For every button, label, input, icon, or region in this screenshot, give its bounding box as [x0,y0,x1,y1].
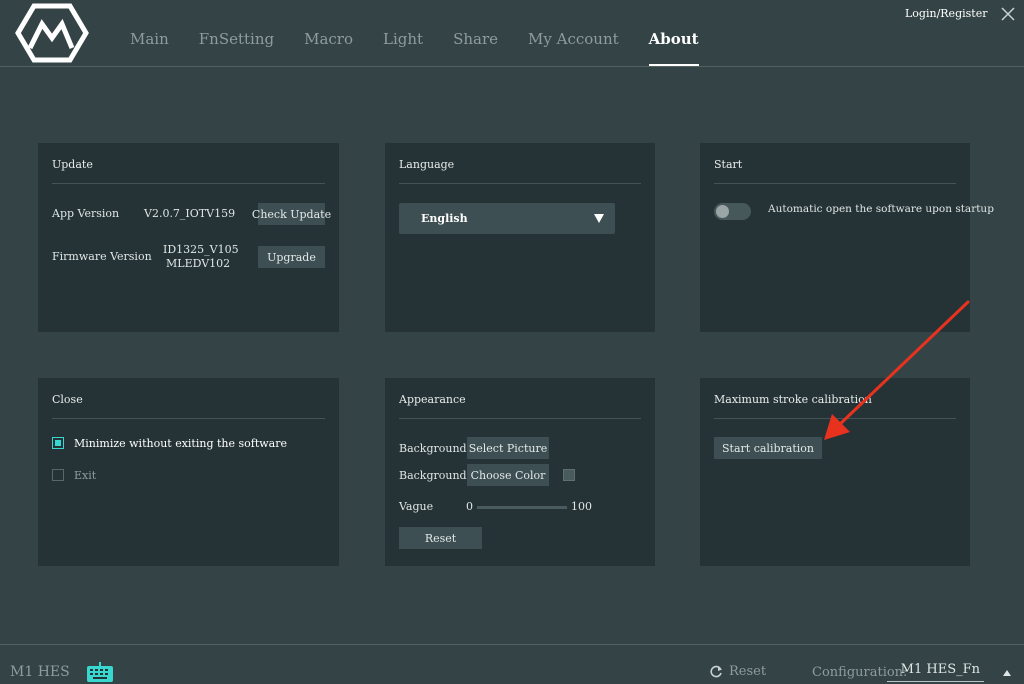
vague-label: Vague [399,500,434,513]
language-select-value: English [421,212,468,225]
start-card: Start Automatic open the software upon s… [700,143,994,332]
calibration-card: Maximum stroke calibration Start calibra… [700,378,970,566]
divider [52,418,325,419]
login-register-link[interactable]: Login/Register [905,7,987,20]
main-nav: Main FnSetting Macro Light Share My Acco… [130,30,729,66]
divider [399,183,641,184]
calibration-title: Maximum stroke calibration [714,393,872,406]
choose-color-button[interactable]: Choose Color [467,464,549,486]
tab-light[interactable]: Light [383,30,423,66]
start-calibration-button[interactable]: Start calibration [714,437,822,459]
select-picture-button[interactable]: Select Picture [467,437,549,459]
status-bar: M1 HES Reset Configuration: M1 HES_Fn [0,644,1024,684]
tab-macro[interactable]: Macro [304,30,353,66]
tab-fnsetting[interactable]: FnSetting [199,30,274,66]
close-title: Close [52,393,83,406]
triangle-down-icon [594,214,604,223]
auto-start-label: Automatic open the software upon startup [768,203,994,215]
exit-checkbox[interactable] [52,469,64,481]
language-select[interactable]: English [399,203,615,234]
app-version-label: App Version [52,207,120,220]
keyboard-icon[interactable] [86,661,114,683]
divider [399,418,641,419]
background-label-1: Background [399,442,467,455]
upgrade-button[interactable]: Upgrade [258,246,325,268]
tab-share[interactable]: Share [453,30,498,66]
language-title: Language [399,158,455,171]
appearance-card: Appearance Background Select Picture Bac… [385,378,655,566]
minimize-label: Minimize without exiting the software [74,437,288,450]
background-label-2: Background [399,469,467,482]
footer-reset-button[interactable]: Reset [709,664,766,679]
toggle-knob [716,205,729,218]
vague-min-value: 0 [466,500,473,513]
tab-about[interactable]: About [648,30,699,66]
exit-label: Exit [74,469,97,482]
close-card: Close Minimize without exiting the softw… [38,378,339,566]
caret-up-icon[interactable] [1003,670,1011,676]
appearance-reset-button[interactable]: Reset [399,527,482,549]
update-card: Update App Version V2.0.7_IOTV159 Check … [38,143,339,332]
minimize-checkbox[interactable] [52,437,64,449]
divider [52,183,325,184]
refresh-icon [710,665,722,677]
firmware-version-value-line1: ID1325_V105 [163,243,239,256]
footer-reset-label: Reset [729,664,767,679]
close-icon[interactable] [1000,6,1016,22]
divider [714,418,956,419]
vague-max-value: 100 [571,500,592,513]
check-update-button[interactable]: Check Update [252,203,331,225]
app-header: Main FnSetting Macro Light Share My Acco… [0,0,1024,67]
auto-start-toggle[interactable] [714,203,751,220]
start-title: Start [714,158,743,171]
language-card: Language English [385,143,655,332]
brand-logo-icon [15,3,89,63]
update-title: Update [52,158,93,171]
divider [714,183,956,184]
color-swatch[interactable] [563,469,575,481]
tab-main[interactable]: Main [130,30,169,66]
configuration-select[interactable]: M1 HES_Fn [887,662,984,682]
tab-my-account[interactable]: My Account [528,30,619,66]
firmware-version-value-line2: MLEDV102 [166,257,231,270]
firmware-version-label: Firmware Version [52,250,152,263]
app-version-value: V2.0.7_IOTV159 [144,207,236,220]
appearance-title: Appearance [399,393,466,406]
device-name: M1 HES [10,664,70,680]
vague-slider[interactable] [477,506,567,509]
